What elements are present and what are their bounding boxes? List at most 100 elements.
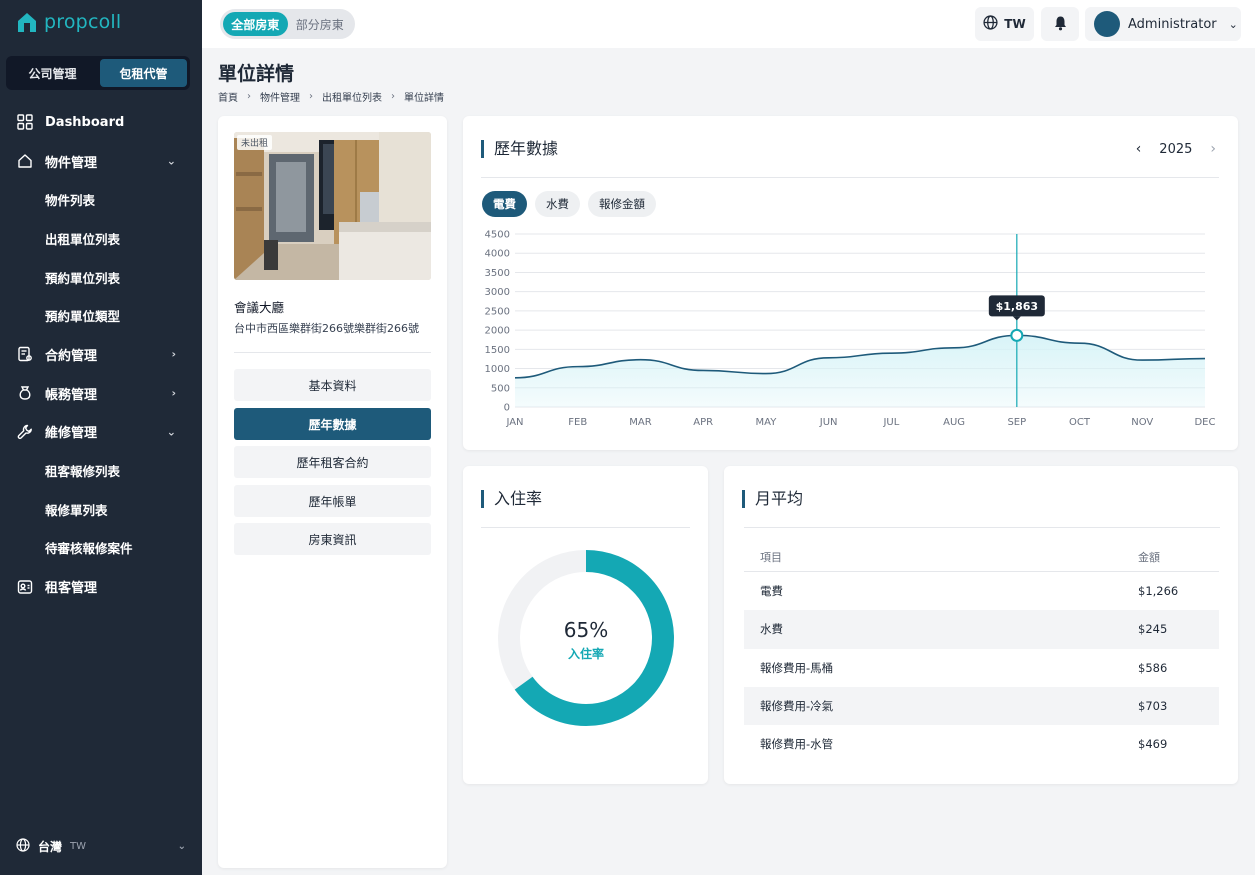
sidebar-item-label: 帳務管理: [45, 387, 98, 403]
sidebar-item-contracts[interactable]: 合約管理 ›: [0, 335, 202, 374]
tooltip-pointer: [1012, 316, 1021, 321]
room-photo-illustration: [234, 132, 431, 280]
x-tick-label: DEC: [1194, 417, 1215, 428]
top-bar: 全部房東 部分房東 TW Administrator ⌄: [202, 0, 1255, 48]
sidebar-item-tenants[interactable]: 租客管理: [0, 567, 202, 606]
segment-company[interactable]: 公司管理: [9, 59, 96, 87]
globe-icon: [16, 838, 30, 855]
status-badge: 未出租: [237, 135, 273, 150]
region-selector[interactable]: 台灣 TW ⌄: [16, 838, 186, 855]
house-logo-icon: [18, 13, 36, 32]
divider: [481, 177, 1219, 178]
divider: [744, 527, 1220, 528]
sidebar-item-reserved-units[interactable]: 預約單位列表: [0, 258, 202, 297]
chevron-right-icon[interactable]: ›: [1210, 141, 1216, 157]
wrench-icon: [16, 423, 34, 441]
series-area: [515, 335, 1205, 407]
row-item: 報修費用-水管: [760, 737, 834, 752]
y-tick-label: 2500: [485, 306, 510, 317]
toggle-all-landlords[interactable]: 全部房東: [223, 12, 288, 36]
table-header: 項目 金額: [744, 542, 1219, 572]
moneybag-icon: [16, 384, 34, 402]
table-row: 報修費用-冷氣 $703: [744, 686, 1219, 726]
chip-water[interactable]: 水費: [535, 191, 580, 217]
breadcrumb: 首頁 › 物件管理 › 出租單位列表 › 單位詳情: [218, 89, 444, 104]
x-tick-label: FEB: [568, 417, 587, 428]
language-button[interactable]: TW: [975, 7, 1034, 41]
toggle-some-landlords[interactable]: 部分房東: [288, 12, 353, 36]
sidebar-item-dashboard[interactable]: Dashboard: [0, 103, 202, 142]
y-tick-label: 3000: [485, 287, 510, 298]
breadcrumb-current: 單位詳情: [404, 93, 444, 104]
sidebar-item-accounting[interactable]: 帳務管理 ›: [0, 374, 202, 413]
sidebar-item-label: 物件管理: [45, 155, 98, 171]
landlord-toggle: 全部房東 部分房東: [220, 9, 355, 39]
monthly-average-card: 月平均 項目 金額 電費 $1,266 水費 $245 報修費用-馬桶 $586…: [724, 466, 1238, 784]
unit-name: 會議大廳: [234, 300, 285, 315]
breadcrumb-home[interactable]: 首頁: [218, 89, 238, 104]
breadcrumb-rental-units[interactable]: 出租單位列表: [322, 89, 382, 104]
row-amount: $586: [1138, 660, 1168, 675]
row-item: 報修費用-冷氣: [760, 699, 834, 714]
table-row: 電費 $1,266: [744, 572, 1219, 610]
x-tick-label: JUL: [882, 417, 899, 428]
sidebar-item-maintenance[interactable]: 維修管理 ⌄: [0, 413, 202, 452]
x-tick-label: NOV: [1131, 417, 1153, 428]
mode-segment: 公司管理 包租代管: [6, 56, 190, 90]
segment-leasing[interactable]: 包租代管: [100, 59, 187, 87]
sidebar-item-property[interactable]: 物件管理 ⌄: [0, 142, 202, 181]
chip-electricity[interactable]: 電費: [482, 191, 527, 217]
year-label: 2025: [1159, 141, 1193, 157]
chevron-left-icon[interactable]: ‹: [1136, 141, 1142, 157]
occupancy-card: 入住率 65% 入住率: [463, 466, 708, 784]
x-tick-label: APR: [693, 417, 713, 428]
sidebar-item-property-list[interactable]: 物件列表: [0, 180, 202, 219]
globe-icon: [983, 15, 998, 33]
history-line-chart[interactable]: 0 500 1000 1500 2000 2500 3000 3500 4000 4500 JAN F…: [463, 226, 1238, 446]
sidebar-item-rental-units[interactable]: 出租單位列表: [0, 219, 202, 258]
user-menu[interactable]: Administrator ⌄: [1085, 7, 1241, 41]
home-icon: [16, 152, 34, 170]
y-tick-label: 2000: [485, 326, 510, 337]
sidebar-item-pending-repairs[interactable]: 待審核報修案件: [0, 529, 202, 568]
tab-tenant-contracts[interactable]: 歷年租客合約: [234, 446, 431, 478]
y-tick-label: 4000: [485, 249, 510, 260]
chevron-right-icon: ›: [171, 347, 176, 361]
chip-repair-amount[interactable]: 報修金額: [588, 191, 656, 217]
sidebar-item-reserved-types[interactable]: 預約單位類型: [0, 296, 202, 335]
sidebar-item-tenant-repairs[interactable]: 租客報修列表: [0, 451, 202, 490]
brand-logo[interactable]: propcoll: [16, 11, 121, 33]
tenant-icon: [16, 578, 34, 596]
y-tick-label: 0: [504, 403, 510, 414]
column-header-amount: 金額: [1138, 550, 1160, 564]
row-amount: $703: [1138, 699, 1168, 714]
tab-history-data[interactable]: 歷年數據: [234, 408, 431, 440]
monthly-average-table: 項目 金額 電費 $1,266 水費 $245 報修費用-馬桶 $586 報修費…: [744, 542, 1219, 763]
sidebar-item-label: 維修管理: [45, 426, 98, 442]
y-tick-label: 4500: [485, 230, 510, 241]
table-row: 報修費用-水管 $469: [744, 725, 1219, 763]
tab-landlord-info[interactable]: 房東資訊: [234, 523, 431, 555]
tab-basic-info[interactable]: 基本資料: [234, 369, 431, 401]
x-tick-label: MAR: [629, 417, 651, 428]
card-title: 月平均: [742, 490, 803, 508]
bell-icon: [1053, 15, 1068, 34]
x-tick-label: SEP: [1007, 417, 1026, 428]
avatar: [1094, 11, 1120, 37]
divider: [234, 352, 431, 353]
page-title: 單位詳情: [218, 63, 295, 85]
row-amount: $469: [1138, 737, 1168, 752]
region-code: TW: [70, 841, 87, 852]
chevron-right-icon: ›: [309, 91, 313, 102]
metric-chips: 電費 水費 報修金額: [482, 191, 656, 217]
sidebar-item-repair-orders[interactable]: 報修單列表: [0, 490, 202, 529]
table-row: 水費 $245: [744, 610, 1219, 649]
notification-button[interactable]: [1041, 7, 1079, 41]
tab-bills[interactable]: 歷年帳單: [234, 485, 431, 517]
sidebar-item-label: 合約管理: [45, 348, 98, 364]
breadcrumb-property[interactable]: 物件管理: [260, 89, 300, 104]
occupancy-label: 入住率: [567, 647, 604, 661]
chevron-right-icon: ›: [171, 386, 176, 400]
y-tick-label: 3500: [485, 268, 510, 279]
y-tick-label: 500: [491, 383, 510, 394]
